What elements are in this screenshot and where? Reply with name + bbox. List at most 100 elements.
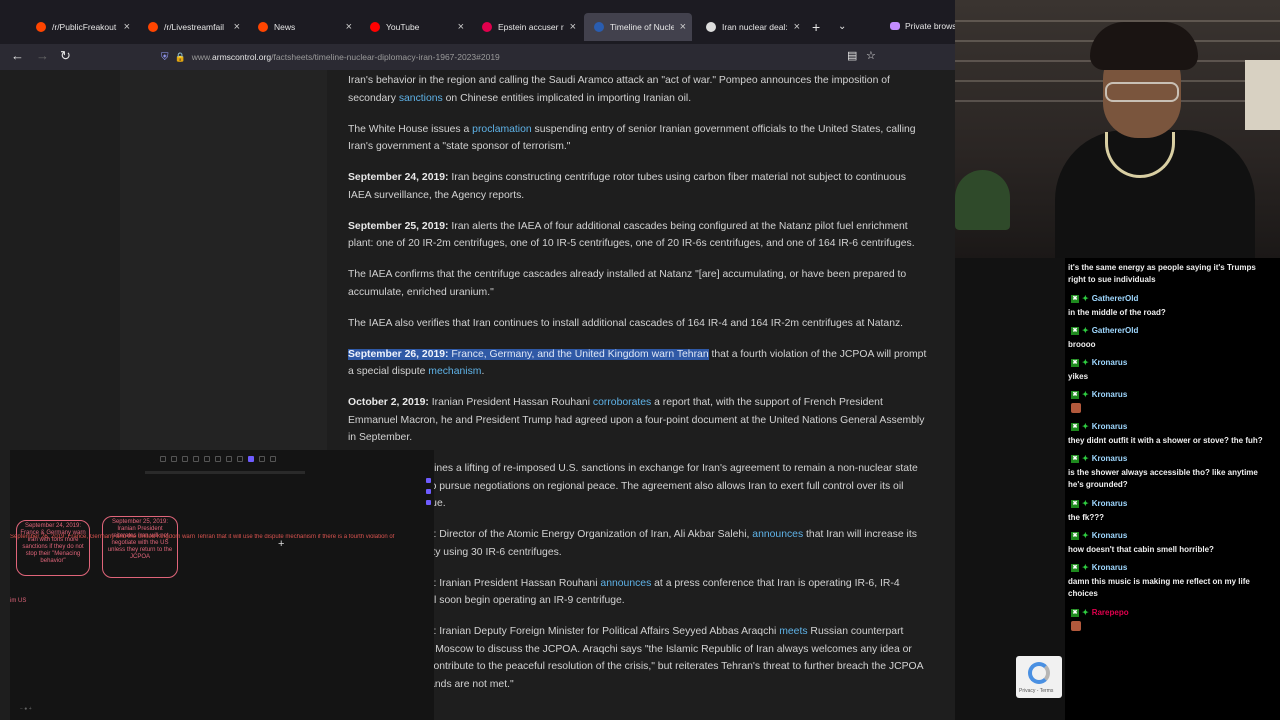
chat-username[interactable]: ✖ ✦ Kronarus bbox=[1071, 358, 1127, 367]
tab-1[interactable]: /r/PublicFreakout × bbox=[26, 13, 136, 41]
chat-username[interactable]: ✖ ✦ Rarepepo bbox=[1071, 608, 1129, 617]
streamer-hair bbox=[1090, 22, 1198, 70]
chat-username-text[interactable]: Rarepepo bbox=[1092, 608, 1129, 617]
chat-username[interactable]: ✖ ✦ Kronarus bbox=[1071, 531, 1127, 540]
rectangle-tool-icon[interactable] bbox=[182, 456, 188, 462]
tab-list-chevron-icon[interactable]: ⌄ bbox=[838, 21, 846, 32]
tab-label: /r/Livestreamfail bbox=[164, 22, 224, 32]
back-arrow-icon[interactable]: ← bbox=[11, 48, 24, 63]
announces-link-2[interactable]: announces bbox=[600, 578, 651, 589]
chat-username-text[interactable]: GathererOld bbox=[1092, 294, 1139, 303]
tab-favicon-icon bbox=[36, 22, 46, 32]
hand-tool-icon[interactable] bbox=[171, 456, 177, 462]
tab-4[interactable]: YouTube × bbox=[360, 13, 470, 41]
eraser-tool-icon[interactable] bbox=[270, 456, 276, 462]
image-tool-icon[interactable] bbox=[259, 456, 265, 462]
reader-view-icon[interactable]: ▤ bbox=[847, 49, 857, 62]
recaptcha-badge[interactable]: Privacy - Terms bbox=[1016, 656, 1062, 698]
subscriber-badge-icon: ✖ bbox=[1071, 454, 1079, 463]
proclamation-link[interactable]: proclamation bbox=[472, 124, 532, 135]
chat-username[interactable]: ✖ ✦ GathererOld bbox=[1071, 294, 1138, 303]
tab-favicon-icon bbox=[706, 22, 716, 32]
sanctions-link[interactable]: sanctions bbox=[399, 93, 443, 104]
tab-2[interactable]: /r/Livestreamfail × bbox=[138, 13, 246, 41]
tab-close-icon[interactable]: × bbox=[570, 21, 576, 33]
chat-username-text[interactable]: Kronarus bbox=[1092, 563, 1128, 572]
whiteboard-overlay[interactable]: September 24, 2019: France & Germany war… bbox=[10, 450, 434, 720]
chat-message: it's the same energy as people saying it… bbox=[1068, 263, 1256, 284]
chat-username[interactable]: ✖ ✦ Kronarus bbox=[1071, 422, 1127, 431]
whiteboard-text-line[interactable]: September 26, 2019: France, Germany and … bbox=[10, 534, 434, 540]
chat-username[interactable]: ✖ ✦ GathererOld bbox=[1071, 326, 1138, 335]
article-paragraph: November 6, 2019: Iranian Deputy Foreign… bbox=[348, 626, 923, 690]
arrow-tool-icon[interactable] bbox=[215, 456, 221, 462]
select-tool-icon[interactable] bbox=[160, 456, 166, 462]
tab-close-icon[interactable]: × bbox=[794, 21, 800, 33]
forward-arrow-icon[interactable]: → bbox=[36, 48, 49, 63]
pen-tool-icon[interactable] bbox=[237, 456, 243, 462]
chat-username-text[interactable]: Kronarus bbox=[1092, 358, 1128, 367]
tab-close-icon[interactable]: × bbox=[458, 21, 464, 33]
corroborates-link[interactable]: corroborates bbox=[593, 397, 651, 408]
chat-username[interactable]: ✖ ✦ Kronarus bbox=[1071, 499, 1127, 508]
chat-username-text[interactable]: Kronarus bbox=[1092, 390, 1128, 399]
color-strip[interactable] bbox=[426, 478, 434, 528]
chat-username[interactable]: ✖ ✦ Kronarus bbox=[1071, 390, 1127, 399]
chat-username-text[interactable]: GathererOld bbox=[1092, 326, 1139, 335]
chat-username-text[interactable]: Kronarus bbox=[1092, 531, 1128, 540]
tab-6[interactable]: Timeline of Nuclear × bbox=[584, 13, 692, 41]
sticky-note-sept25[interactable]: September 25, 2019: Iranian President re… bbox=[102, 516, 178, 578]
color-swatch[interactable] bbox=[426, 489, 431, 494]
chat-message: the fk??? bbox=[1068, 513, 1104, 522]
text-selection: September 26, 2019: France, Germany, and… bbox=[348, 348, 709, 360]
chat-message: in the middle of the road? bbox=[1068, 308, 1166, 317]
color-swatch[interactable] bbox=[426, 478, 431, 483]
meets-link[interactable]: meets bbox=[779, 626, 807, 637]
mod-badge-icon: ✦ bbox=[1082, 390, 1089, 399]
chat-emote-icon bbox=[1071, 621, 1081, 631]
diamond-tool-icon[interactable] bbox=[193, 456, 199, 462]
tab-close-icon[interactable]: × bbox=[680, 21, 686, 33]
tab-favicon-icon bbox=[148, 22, 158, 32]
private-mask-icon bbox=[890, 22, 900, 30]
new-tab-icon[interactable]: + bbox=[812, 19, 820, 35]
article-paragraph: Iran's behavior in the region and callin… bbox=[348, 75, 890, 104]
announces-link[interactable]: announces bbox=[752, 529, 803, 540]
timeline-article: Iran's behavior in the region and callin… bbox=[348, 72, 928, 707]
tab-favicon-icon bbox=[482, 22, 492, 32]
article-paragraph: The IAEA also verifies that Iran continu… bbox=[348, 317, 904, 329]
url-text[interactable]: www.armscontrol.org/factsheets/timeline-… bbox=[192, 52, 500, 62]
text-tool-icon[interactable] bbox=[248, 456, 254, 462]
chat-username-text[interactable]: Kronarus bbox=[1092, 454, 1128, 463]
webcam-feed bbox=[955, 0, 1280, 258]
tab-5[interactable]: Epstein accuser reca × bbox=[472, 13, 582, 41]
tab-favicon-icon bbox=[370, 22, 380, 32]
url-bar[interactable]: ⛨ 🔒 www.armscontrol.org/factsheets/timel… bbox=[155, 47, 885, 67]
tab-7[interactable]: Iran nuclear deal: EU × bbox=[696, 13, 806, 41]
chat-message: how doesn't that cabin smell horrible? bbox=[1068, 545, 1214, 554]
tab-close-icon[interactable]: × bbox=[124, 21, 130, 33]
bookmark-star-icon[interactable]: ☆ bbox=[866, 49, 876, 62]
tab-close-icon[interactable]: × bbox=[234, 21, 240, 33]
zoom-controls[interactable]: − ● + bbox=[20, 706, 32, 712]
tab-close-icon[interactable]: × bbox=[346, 21, 352, 33]
tracking-shield-icon[interactable]: ⛨ bbox=[161, 52, 169, 63]
chat-username-text[interactable]: Kronarus bbox=[1092, 422, 1128, 431]
sticky-note-sept24[interactable]: September 24, 2019: France & Germany war… bbox=[16, 520, 90, 576]
tab-3[interactable]: News × bbox=[248, 13, 358, 41]
line-tool-icon[interactable] bbox=[226, 456, 232, 462]
reload-icon[interactable]: ↻ bbox=[60, 48, 71, 64]
chat-message: they didnt outfit it with a shower or st… bbox=[1068, 436, 1263, 445]
chat-username-text[interactable]: Kronarus bbox=[1092, 499, 1128, 508]
chat-username[interactable]: ✖ ✦ Kronarus bbox=[1071, 454, 1127, 463]
article-paragraph: October 2, 2019: Iranian President Hassa… bbox=[348, 397, 925, 443]
color-swatch[interactable] bbox=[426, 500, 431, 505]
private-browsing-indicator: Private browsi bbox=[890, 21, 958, 31]
chat-username[interactable]: ✖ ✦ Kronarus bbox=[1071, 563, 1127, 572]
ellipse-tool-icon[interactable] bbox=[204, 456, 210, 462]
whiteboard-label[interactable]: im US bbox=[10, 598, 26, 604]
tab-label: Iran nuclear deal: EU bbox=[722, 22, 788, 32]
mechanism-link[interactable]: mechanism bbox=[428, 366, 481, 377]
lock-icon[interactable]: 🔒 bbox=[175, 52, 186, 63]
article-paragraph-selected: September 26, 2019: France, Germany, and… bbox=[348, 348, 927, 377]
